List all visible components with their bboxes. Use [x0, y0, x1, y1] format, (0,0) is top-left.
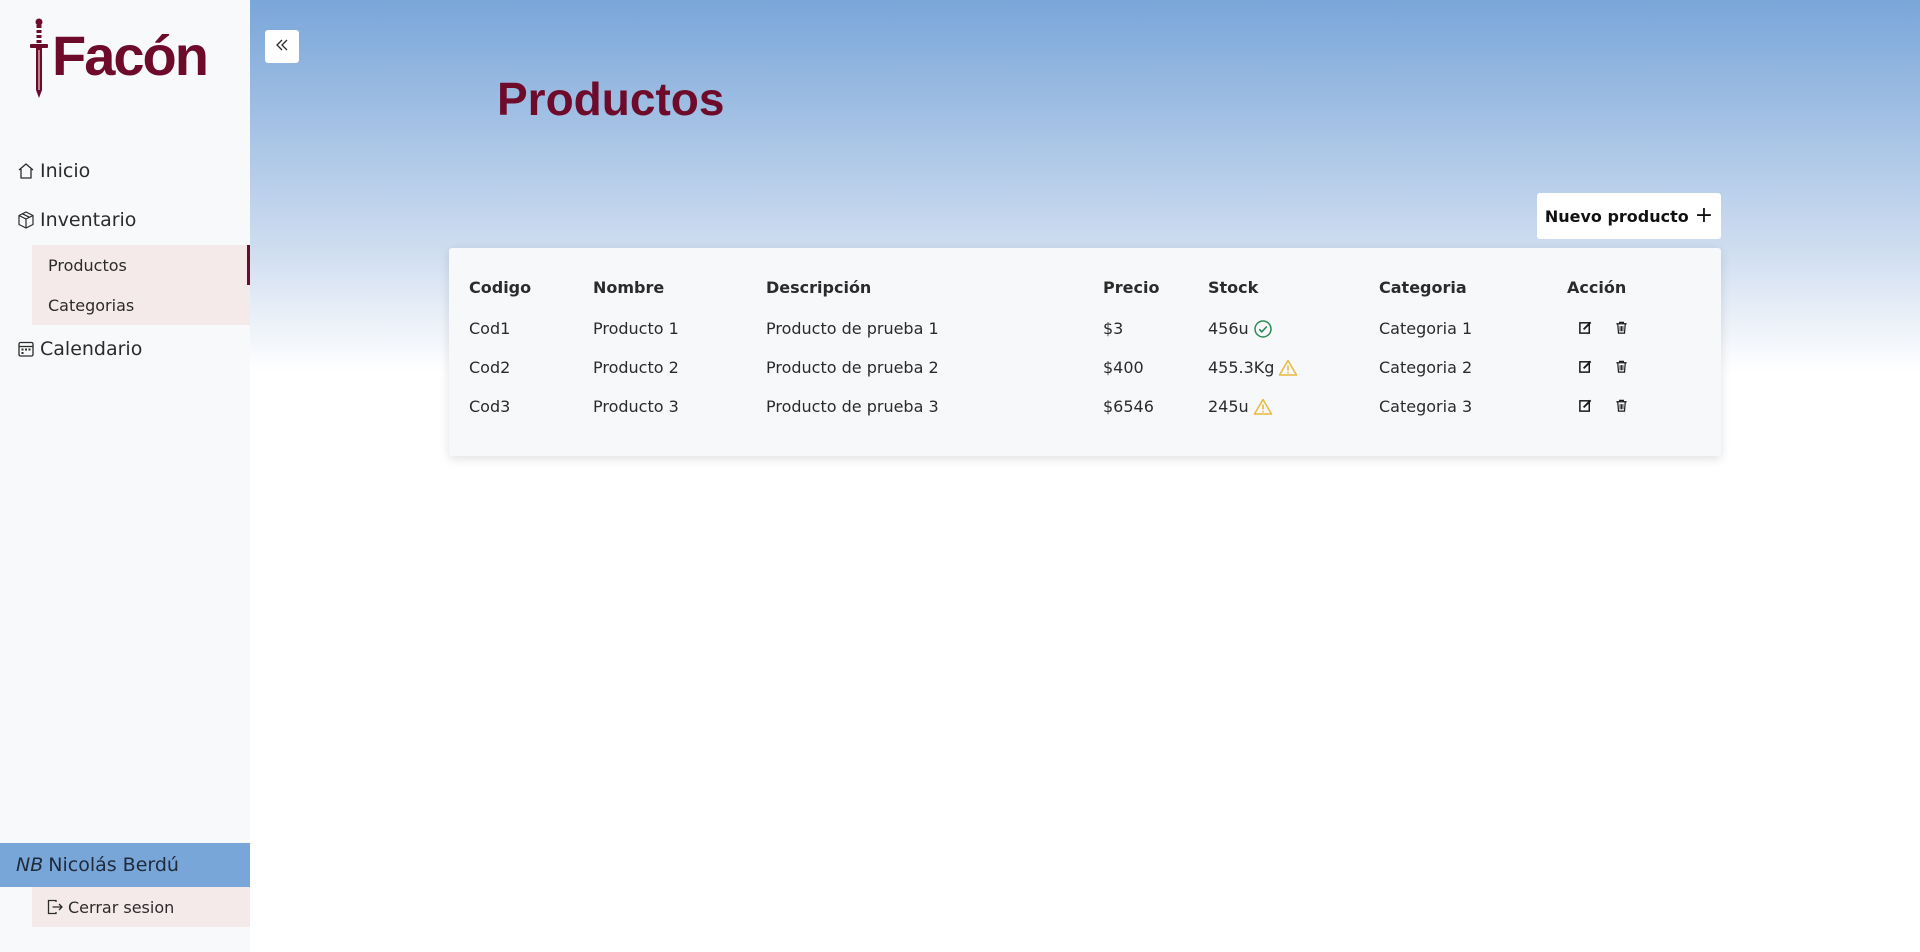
- main-content: Productos Nuevo producto + Codigo Nombre…: [250, 0, 1920, 952]
- nav-item-label: Calendario: [40, 338, 143, 360]
- cell-codigo: Cod2: [469, 358, 511, 377]
- trash-icon: [1615, 360, 1627, 373]
- header-codigo: Codigo: [469, 277, 532, 297]
- subnav-item-label: Productos: [48, 255, 127, 275]
- cell-nombre: Producto 1: [593, 319, 679, 338]
- edit-button[interactable]: [1575, 357, 1595, 377]
- cell-nombre: Producto 2: [593, 358, 679, 377]
- trash-icon: [1615, 399, 1627, 412]
- delete-button[interactable]: [1611, 357, 1631, 377]
- cell-nombre: Producto 3: [593, 397, 679, 416]
- subnav-item-label: Categorias: [48, 295, 135, 315]
- stock-value: 456u: [1208, 319, 1249, 338]
- nav-item-inicio[interactable]: Inicio: [16, 160, 90, 182]
- check-circle-icon: [1253, 319, 1273, 339]
- cell-precio: $400: [1103, 358, 1144, 377]
- trash-icon: [1615, 321, 1627, 334]
- delete-button[interactable]: [1611, 396, 1631, 416]
- cell-stock: 456u: [1208, 309, 1379, 348]
- edit-button[interactable]: [1575, 396, 1595, 416]
- subnav-item-productos[interactable]: Productos: [32, 245, 250, 285]
- stock-value: 455.3Kg: [1208, 358, 1275, 377]
- cell-stock: 455.3Kg: [1208, 348, 1379, 387]
- header-descripcion: Descripción: [766, 277, 872, 297]
- box-icon: [16, 210, 36, 230]
- cell-accion: [1567, 309, 1687, 348]
- page-title: Productos: [497, 73, 725, 125]
- cell-codigo: Cod3: [469, 397, 511, 416]
- table-row: Cod1 Producto 1 Producto de prueba 1 $3 …: [469, 309, 1687, 348]
- cell-categoria: Categoria 1: [1379, 319, 1473, 338]
- cell-categoria: Categoria 2: [1379, 358, 1473, 377]
- header-accion: Acción: [1567, 277, 1627, 297]
- cell-accion: [1567, 348, 1687, 387]
- new-product-label: Nuevo producto: [1544, 206, 1689, 226]
- stock-value: 245u: [1208, 397, 1249, 416]
- products-table: Codigo Nombre Descripción Precio Stock C…: [469, 265, 1687, 426]
- header-nombre: Nombre: [593, 277, 665, 297]
- logout-button[interactable]: Cerrar sesion: [32, 887, 250, 927]
- collapse-sidebar-button[interactable]: [265, 30, 299, 63]
- header-stock: Stock: [1208, 277, 1259, 297]
- sidebar: Facón Inicio Inventario Productos Catego…: [0, 0, 250, 952]
- cell-categoria: Categoria 3: [1379, 397, 1473, 416]
- cell-descripcion: Producto de prueba 2: [766, 358, 939, 377]
- brand-logo[interactable]: Facón: [28, 18, 209, 100]
- edit-icon: [1578, 321, 1591, 335]
- header-precio: Precio: [1103, 277, 1160, 297]
- home-icon: [16, 161, 36, 181]
- user-profile[interactable]: NB Nicolás Berdú: [0, 843, 250, 887]
- cell-precio: $3: [1103, 319, 1124, 338]
- edit-button[interactable]: [1575, 318, 1595, 338]
- edit-icon: [1578, 360, 1591, 374]
- table-row: Cod3 Producto 3 Producto de prueba 3 $65…: [469, 387, 1687, 426]
- cell-descripcion: Producto de prueba 1: [766, 319, 939, 338]
- dagger-icon: [28, 18, 50, 100]
- inventario-submenu: Productos Categorias: [32, 245, 250, 325]
- products-table-card: Codigo Nombre Descripción Precio Stock C…: [449, 248, 1721, 456]
- header-categoria: Categoria: [1379, 277, 1467, 297]
- table-row: Cod2 Producto 2 Producto de prueba 2 $40…: [469, 348, 1687, 387]
- delete-button[interactable]: [1611, 318, 1631, 338]
- new-product-button[interactable]: Nuevo producto +: [1537, 193, 1721, 239]
- user-name: Nicolás Berdú: [48, 854, 179, 876]
- double-chevron-left-icon: [274, 37, 290, 57]
- user-initials: NB: [16, 854, 44, 876]
- plus-icon: +: [1694, 203, 1714, 228]
- logout-icon: [46, 898, 64, 916]
- nav-item-calendario[interactable]: Calendario: [16, 338, 142, 360]
- cell-codigo: Cod1: [469, 319, 511, 338]
- nav-item-label: Inicio: [40, 160, 91, 182]
- edit-icon: [1578, 399, 1591, 413]
- subnav-item-categorias[interactable]: Categorias: [32, 285, 250, 325]
- brand-name: Facón: [52, 24, 209, 87]
- warning-icon: [1253, 397, 1273, 417]
- nav-item-inventario[interactable]: Inventario: [16, 209, 136, 231]
- logout-label: Cerrar sesion: [68, 897, 175, 917]
- calendar-icon: [16, 339, 36, 359]
- cell-accion: [1567, 387, 1687, 426]
- cell-precio: $6546: [1103, 397, 1154, 416]
- nav-item-label: Inventario: [40, 209, 137, 231]
- cell-stock: 245u: [1208, 387, 1379, 426]
- table-header-row: Codigo Nombre Descripción Precio Stock C…: [469, 265, 1687, 309]
- warning-icon: [1278, 358, 1298, 378]
- cell-descripcion: Producto de prueba 3: [766, 397, 939, 416]
